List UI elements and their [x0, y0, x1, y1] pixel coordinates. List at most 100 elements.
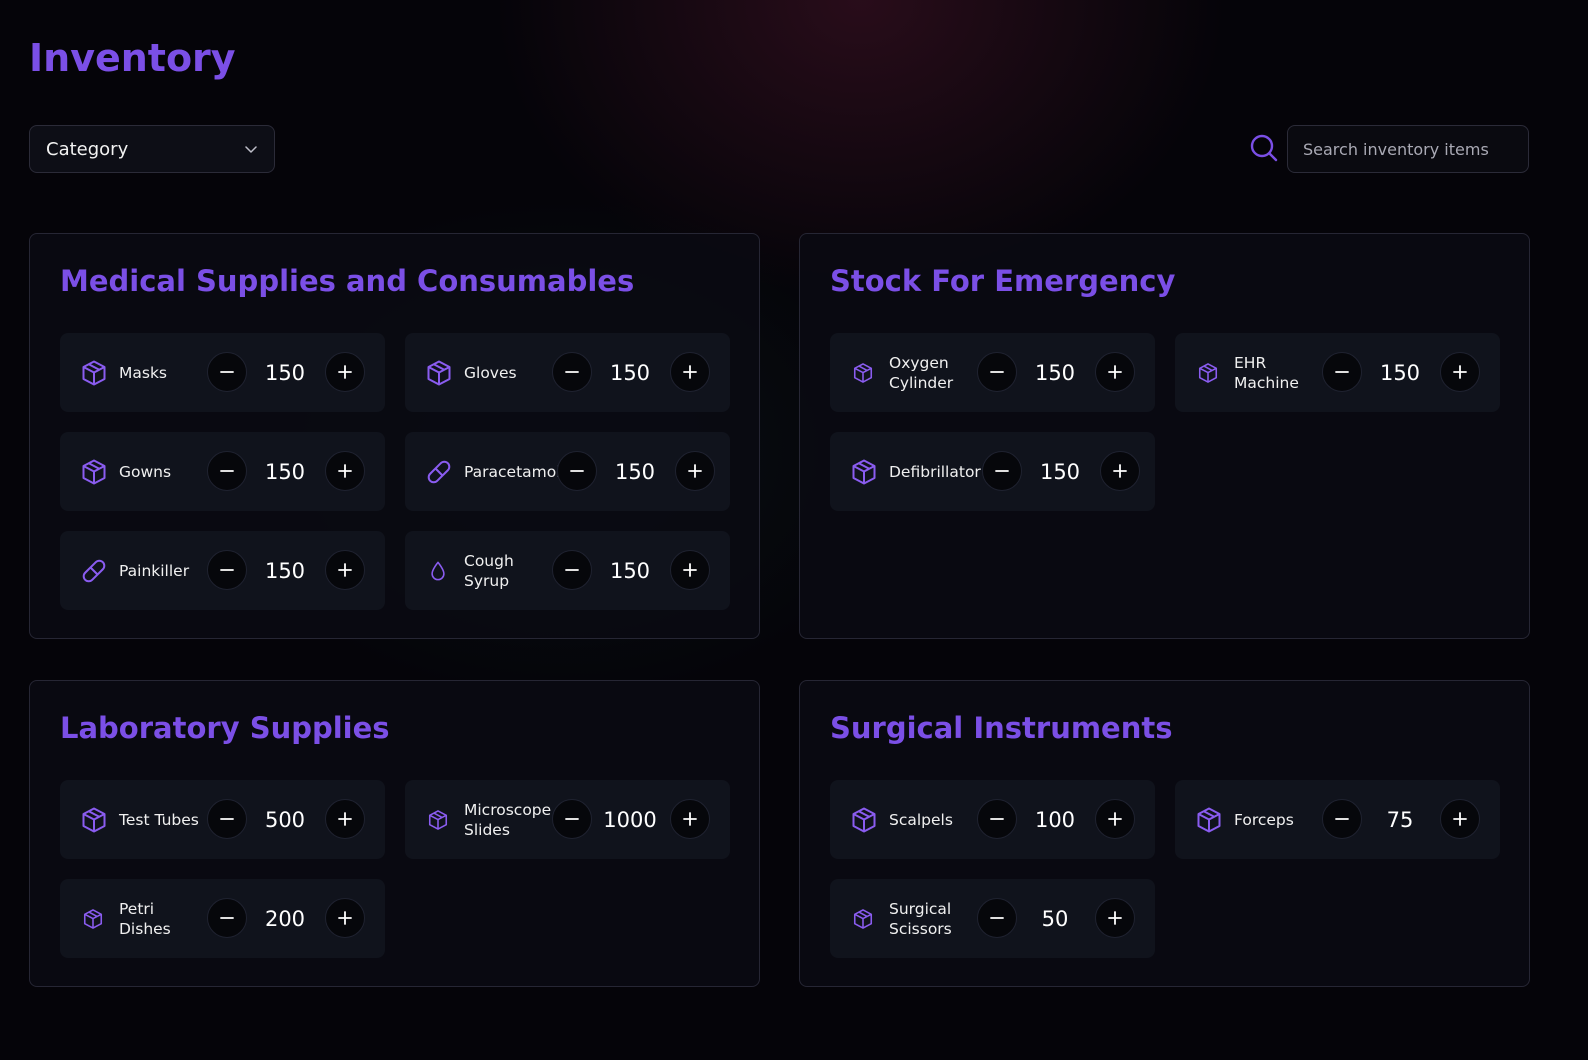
decrement-button[interactable] [552, 799, 592, 839]
minus-icon [569, 463, 585, 479]
decrement-button[interactable] [207, 550, 247, 590]
decrement-button[interactable] [207, 451, 247, 491]
decrement-button[interactable] [557, 451, 597, 491]
increment-button[interactable] [1095, 352, 1135, 392]
page-title: Inventory [29, 36, 236, 80]
item-quantity: 500 [264, 807, 306, 832]
item-quantity: 50 [1041, 906, 1069, 931]
increment-button[interactable] [1095, 799, 1135, 839]
item-quantity: 150 [264, 558, 306, 583]
box-icon [425, 359, 453, 387]
item-name: Forceps [1234, 810, 1294, 829]
item-card-microscope-slides: Microscope Slides 1000 [405, 780, 730, 859]
item-card-gowns: Gowns 150 [60, 432, 385, 511]
item-quantity: 1000 [603, 807, 657, 832]
panel-title: Surgical Instruments [830, 711, 1173, 745]
box-icon [1195, 806, 1223, 834]
increment-button[interactable] [1095, 898, 1135, 938]
increment-button[interactable] [670, 550, 710, 590]
item-card-oxygen-cylinder: Oxygen Cylinder 150 [830, 333, 1155, 412]
minus-icon [989, 910, 1005, 926]
minus-icon [989, 811, 1005, 827]
box-icon [82, 908, 104, 930]
plus-icon [337, 811, 353, 827]
item-card-scalpels: Scalpels 100 [830, 780, 1155, 859]
increment-button[interactable] [325, 352, 365, 392]
increment-button[interactable] [670, 799, 710, 839]
item-card-forceps: Forceps 75 [1175, 780, 1500, 859]
decrement-button[interactable] [977, 898, 1017, 938]
decrement-button[interactable] [1322, 352, 1362, 392]
increment-button[interactable] [1440, 352, 1480, 392]
item-quantity: 150 [614, 459, 656, 484]
decrement-button[interactable] [977, 799, 1017, 839]
item-quantity: 150 [1379, 360, 1421, 385]
minus-icon [989, 364, 1005, 380]
minus-icon [219, 811, 235, 827]
decrement-button[interactable] [207, 898, 247, 938]
item-quantity: 150 [1034, 360, 1076, 385]
plus-icon [1107, 910, 1123, 926]
minus-icon [564, 364, 580, 380]
box-icon [852, 908, 874, 930]
increment-button[interactable] [325, 898, 365, 938]
panel-emergency-stock: Stock For Emergency Oxygen Cylinder 150 EH… [799, 233, 1530, 639]
plus-icon [337, 910, 353, 926]
decrement-button[interactable] [1322, 799, 1362, 839]
decrement-button[interactable] [982, 451, 1022, 491]
search-icon[interactable] [1249, 133, 1279, 163]
minus-icon [564, 562, 580, 578]
item-name: Microscope Slides [464, 800, 552, 839]
plus-icon [1452, 811, 1468, 827]
search-input[interactable] [1287, 125, 1529, 173]
minus-icon [219, 562, 235, 578]
category-dropdown[interactable]: Category [29, 125, 275, 173]
decrement-button[interactable] [552, 352, 592, 392]
minus-icon [1334, 364, 1350, 380]
panel-surgical-instruments: Surgical Instruments Scalpels 100 Forceps 7… [799, 680, 1530, 987]
minus-icon [219, 910, 235, 926]
item-name: EHR Machine [1234, 353, 1299, 392]
plus-icon [682, 811, 698, 827]
plus-icon [337, 562, 353, 578]
item-card-petri-dishes: Petri Dishes 200 [60, 879, 385, 958]
plus-icon [1107, 811, 1123, 827]
item-name: Petri Dishes [119, 899, 171, 938]
item-name: Surgical Scissors [889, 899, 952, 938]
item-quantity: 150 [609, 558, 651, 583]
box-icon [1197, 362, 1219, 384]
item-card-test-tubes: Test Tubes 500 [60, 780, 385, 859]
item-card-masks: Masks 150 [60, 333, 385, 412]
item-name: Scalpels [889, 810, 953, 829]
item-card-surgical-scissors: Surgical Scissors 50 [830, 879, 1155, 958]
panel-medical-supplies: Medical Supplies and Consumables Masks 15… [29, 233, 760, 639]
item-quantity: 75 [1386, 807, 1414, 832]
plus-icon [337, 364, 353, 380]
decrement-button[interactable] [207, 352, 247, 392]
minus-icon [219, 364, 235, 380]
increment-button[interactable] [1440, 799, 1480, 839]
item-quantity: 200 [264, 906, 306, 931]
increment-button[interactable] [325, 451, 365, 491]
increment-button[interactable] [1100, 451, 1140, 491]
minus-icon [994, 463, 1010, 479]
item-card-defibrillator: Defibrillator 150 [830, 432, 1155, 511]
minus-icon [564, 811, 580, 827]
increment-button[interactable] [325, 550, 365, 590]
decrement-button[interactable] [552, 550, 592, 590]
item-card-paracetamol: Paracetamol 150 [405, 432, 730, 511]
box-icon [850, 458, 878, 486]
decrement-button[interactable] [207, 799, 247, 839]
decrement-button[interactable] [977, 352, 1017, 392]
item-name: Gowns [119, 462, 172, 481]
box-icon [427, 809, 449, 831]
plus-icon [682, 364, 698, 380]
increment-button[interactable] [675, 451, 715, 491]
panel-laboratory-supplies: Laboratory Supplies Test Tubes 500 Microsc… [29, 680, 760, 987]
category-dropdown-label: Category [46, 138, 129, 160]
item-card-painkiller: Painkiller 150 [60, 531, 385, 610]
increment-button[interactable] [325, 799, 365, 839]
plus-icon [1107, 364, 1123, 380]
increment-button[interactable] [670, 352, 710, 392]
item-name: Cough Syrup [464, 551, 514, 590]
